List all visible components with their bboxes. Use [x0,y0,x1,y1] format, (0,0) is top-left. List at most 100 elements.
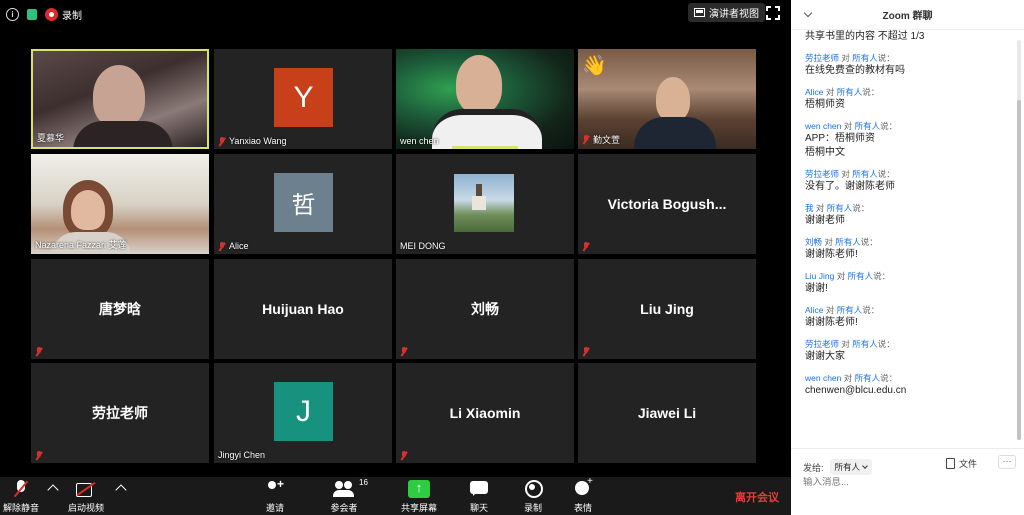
invite-label: 邀请 [265,503,284,513]
message-recipient[interactable]: 所有人 [848,271,874,281]
file-button[interactable]: 文件 [946,457,977,470]
participant-display-name: Huijuan Hao [262,301,344,317]
share-screen-button[interactable]: 共享屏幕 [395,480,443,514]
chat-scrollbar[interactable] [1017,40,1021,440]
chat-message-list[interactable]: 共享书里的内容 不超过 1/3 劳拉老师 对 所有人说： 在线免费查的教材有吗 Al… [805,30,1010,440]
video-options-chevron-icon[interactable] [115,484,127,496]
video-tile-victoria-bogush[interactable]: Victoria Bogush... [578,154,756,254]
chat-title: Zoom 群聊 [882,11,933,22]
message-recipient[interactable]: 所有人 [852,169,878,179]
info-icon[interactable]: i [6,7,19,21]
video-tile-wen-chen[interactable]: wen chen [396,49,574,149]
video-tile-xiamuhua[interactable]: 夏慕华 [31,49,209,149]
message-sender[interactable]: wen chen [805,121,841,131]
message-sender[interactable]: Alice [805,87,823,97]
video-tile-huijuan-hao[interactable]: Huijuan Hao [214,259,392,359]
video-tile-liu-chang[interactable]: 刘畅 [396,259,574,359]
recording-icon [45,7,58,21]
mic-muted-icon [582,347,590,356]
video-tile-alice[interactable]: 哲 Alice [214,154,392,254]
message-recipient[interactable]: 所有人 [855,121,881,131]
chat-message: 劳拉老师 对 所有人说： 谢谢大家 [805,339,1010,364]
message-recipient[interactable]: 所有人 [837,87,863,97]
participant-name: Yanxiao Wang [229,136,287,146]
message-sender[interactable]: 劳拉老师 [805,339,839,349]
invite-button[interactable]: 邀请 [251,477,299,514]
fullscreen-icon[interactable] [766,6,780,20]
mic-muted-icon [582,242,590,251]
chat-bubble-icon [468,480,490,498]
leave-meeting-button[interactable]: 离开会议 [735,489,779,505]
video-tile-mei-dong[interactable]: MEI DONG [396,154,574,254]
unmute-label: 解除静音 [2,503,39,513]
message-recipient[interactable]: 所有人 [852,53,878,63]
message-sender[interactable]: wen chen [805,373,841,383]
message-sender[interactable]: 劳拉老师 [805,169,839,179]
video-tile-qin-wenxuan[interactable]: 👋 勤文萱 [578,49,756,149]
recipient-dropdown[interactable]: 所有人 [829,459,873,475]
message-text: 梧桐师资 [805,99,845,110]
message-meta: wen chen 对 所有人说： [805,121,1010,132]
participant-name: Nazarena Fazzari 艾莲 [35,240,127,250]
avatar: 哲 [274,173,333,232]
video-tile-li-xiaomin[interactable]: Li Xiaomin [396,363,574,463]
participant-name: wen chen [400,136,439,146]
said-suffix: 说： [880,121,898,131]
message-text: 在线免费查的教材有吗 [805,65,905,76]
chat-message: 刘畅 对 所有人说： 谢谢陈老师! [805,237,1010,262]
message-input[interactable] [803,477,1003,488]
start-video-button[interactable]: 启动视频 [62,480,110,514]
meeting-status-bar: i 录制 [0,0,300,28]
send-to-label: 发给: [803,462,824,473]
said-suffix: 说： [877,339,895,349]
message-sender[interactable]: Liu Jing [805,271,834,281]
to-word: 对 [824,237,833,247]
video-tile-tang-menghan[interactable]: 唐梦晗 [31,259,209,359]
to-word: 对 [841,53,850,63]
message-recipient[interactable]: 所有人 [837,305,863,315]
chat-message: 劳拉老师 对 所有人说： 没有了。谢谢陈老师 [805,169,1010,194]
to-word: 对 [843,373,853,383]
video-tile-liu-jing[interactable]: Liu Jing [578,259,756,359]
reactions-button[interactable]: 表情 [559,476,607,514]
participants-button[interactable]: 16 参会者 [320,478,368,514]
message-sender[interactable]: Alice [805,305,823,315]
chat-button[interactable]: 聊天 [455,480,503,514]
share-screen-icon [408,480,430,498]
video-tile-jingyi-chen[interactable]: J Jingyi Chen [214,363,392,463]
participant-name: 夏慕华 [37,133,65,143]
speaking-indicator [452,146,518,149]
message-sender[interactable]: 刘畅 [805,237,822,247]
recording-label: 录制 [62,10,82,22]
message-sender[interactable]: 我 [805,203,814,213]
speaker-view-button[interactable]: 演讲者视图 [688,3,765,22]
message-recipient[interactable]: 所有人 [855,373,881,383]
video-tile-laura-teacher[interactable]: 劳拉老师 [31,363,209,463]
message-sender[interactable]: 劳拉老师 [805,53,839,63]
record-button[interactable]: 录制 [509,480,557,514]
lock-icon[interactable] [27,8,37,20]
collapse-chevron-icon[interactable] [803,8,813,18]
audio-options-chevron-icon[interactable] [47,484,59,496]
recipient-value: 所有人 [834,462,861,472]
to-word: 对 [836,271,846,281]
wave-reaction-icon: 👋 [582,55,607,77]
unmute-button[interactable]: 解除静音 [0,480,45,514]
message-recipient[interactable]: 所有人 [835,237,861,247]
microphone-muted-icon [10,480,32,498]
message-recipient[interactable]: 所有人 [852,339,878,349]
participant-video [456,55,502,113]
message-recipient[interactable]: 所有人 [827,203,853,213]
chat-composer: 发给: 所有人 文件 ··· [791,448,1024,515]
file-label: 文件 [959,459,978,469]
more-options-button[interactable]: ··· [998,455,1016,469]
video-tile-yanxiao-wang[interactable]: Y Yanxiao Wang [214,49,392,149]
video-tile-nazarena-fazzari[interactable]: Nazarena Fazzari 艾莲 [31,154,209,254]
participants-icon: 16 [333,478,368,498]
video-gallery: i 录制 演讲者视图 夏慕华 Y Yanxiao Wang wen chen 👋… [0,0,791,515]
speaker-view-icon [694,8,705,17]
video-tile-jiawei-li[interactable]: Jiawei Li [578,363,756,463]
chat-message: wen chen 对 所有人说： APP：梧桐师资 梧桐中文 [805,121,1010,160]
participant-name: Alice [229,241,249,251]
message-meta: 刘畅 对 所有人说： [805,237,1010,248]
